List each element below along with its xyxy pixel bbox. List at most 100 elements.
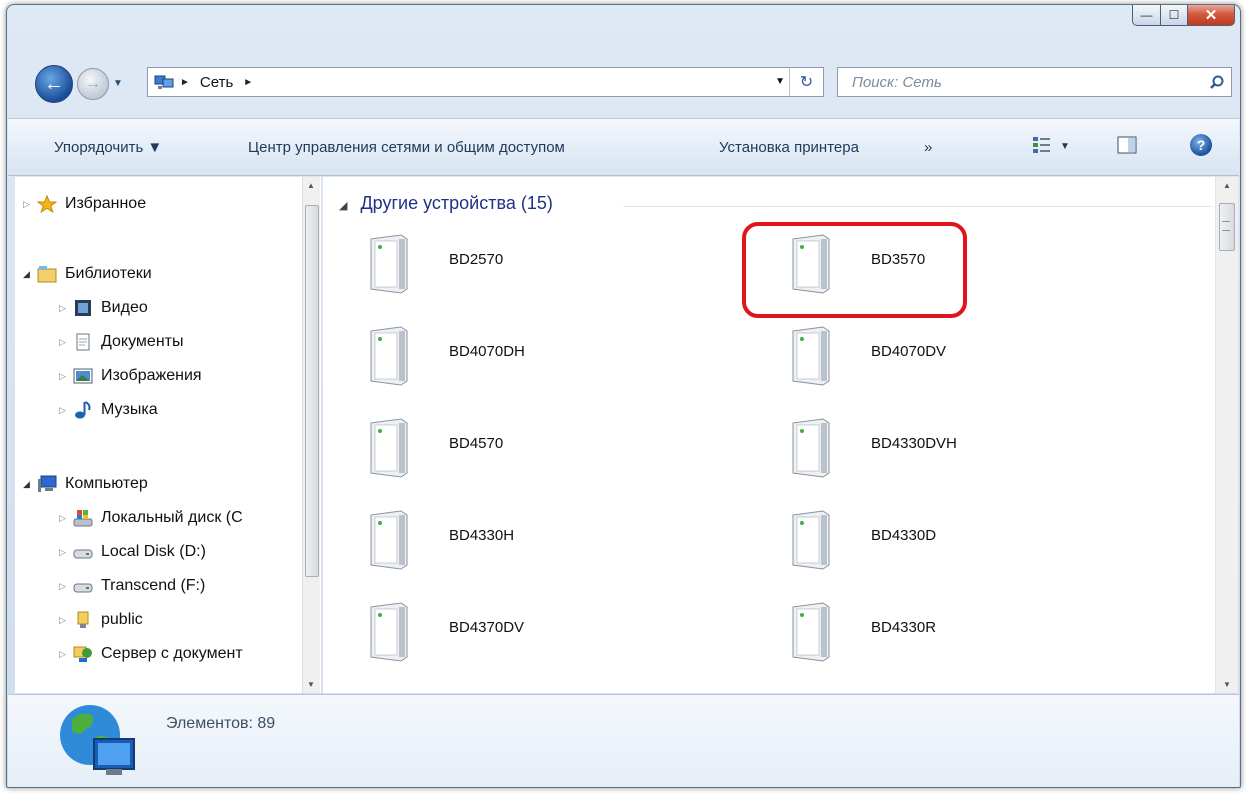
address-bar[interactable]: ► Сеть ► ▼ ↻ — [147, 67, 824, 97]
device-label: BD4330D — [871, 527, 937, 544]
expand-arrow-icon[interactable]: ▷ — [59, 513, 73, 524]
computer-icon — [37, 475, 57, 493]
expand-arrow-icon[interactable]: ▷ — [23, 199, 37, 210]
back-button[interactable]: ← — [35, 65, 73, 103]
sidebar-item-favorites[interactable]: ▷ Избранное — [23, 194, 147, 214]
device-item[interactable]: BD4570 — [363, 417, 663, 487]
search-icon[interactable] — [1203, 75, 1231, 89]
sidebar-label: Документы — [101, 333, 184, 350]
device-label: BD4570 — [449, 435, 504, 452]
search-input[interactable]: Поиск: Сеть — [852, 74, 1203, 91]
minimize-button[interactable]: — — [1132, 5, 1161, 26]
sidebar-item-documents[interactable]: ▷ Документы — [59, 333, 183, 351]
sidebar-item-computer[interactable]: ◢ Компьютер — [23, 475, 148, 493]
scroll-up-arrow-icon[interactable]: ▲ — [1223, 181, 1231, 190]
collapse-arrow-icon[interactable]: ◢ — [23, 269, 37, 280]
breadcrumb-separator[interactable]: ► — [243, 77, 253, 88]
forward-arrow-icon: → — [85, 75, 101, 92]
expand-arrow-icon[interactable]: ▷ — [59, 649, 73, 660]
refresh-button[interactable]: ↻ — [789, 68, 823, 96]
sidebar-item-local-c[interactable]: ▷ Локальный диск (С — [59, 509, 243, 527]
drive-icon — [73, 543, 93, 561]
sidebar-item-local-d[interactable]: ▷ Local Disk (D:) — [59, 543, 206, 561]
forward-button[interactable]: → — [77, 68, 109, 100]
device-label: BD2570 — [449, 251, 504, 268]
server-device-icon — [363, 233, 413, 295]
scrollbar-thumb[interactable] — [305, 205, 319, 577]
collapse-arrow-icon[interactable]: ◢ — [339, 200, 347, 212]
sidebar-label: Local Disk (D:) — [101, 543, 206, 560]
server-device-icon — [785, 417, 835, 479]
device-label: BD4330R — [871, 619, 937, 636]
device-item[interactable]: BD4330DVH — [785, 417, 1085, 487]
scroll-up-arrow-icon[interactable]: ▲ — [307, 181, 315, 190]
device-item[interactable]: BD4370DV — [363, 601, 663, 671]
device-item[interactable]: BD4330R — [785, 601, 1085, 671]
document-icon — [73, 333, 93, 351]
view-dropdown[interactable]: ▼ — [1060, 141, 1070, 152]
item-count: Элементов: 89 — [166, 715, 276, 732]
sidebar-item-public[interactable]: ▷ public — [59, 611, 143, 629]
network-share-icon — [73, 645, 93, 663]
navigation-scrollbar[interactable]: ▲ ▼ — [302, 177, 320, 693]
sidebar-item-transcend[interactable]: ▷ Transcend (F:) — [59, 577, 205, 595]
add-printer-button[interactable]: Установка принтера — [719, 139, 859, 156]
details-pane: Элементов: 89 — [8, 694, 1239, 787]
explorer-window: — ☐ ✕ ← → ▼ ► Сеть ► ▼ ↻ Поиск: Сеть Упо… — [6, 4, 1241, 788]
sidebar-label: Видео — [101, 299, 148, 316]
group-header[interactable]: ◢ Другие устройства (15) — [339, 193, 1213, 214]
sidebar-item-music[interactable]: ▷ Музыка — [59, 401, 158, 419]
sidebar-item-video[interactable]: ▷ Видео — [59, 299, 148, 317]
sidebar-label: Компьютер — [65, 475, 148, 492]
scrollbar-grip — [1222, 221, 1230, 231]
expand-arrow-icon[interactable]: ▷ — [59, 337, 73, 348]
expand-arrow-icon[interactable]: ▷ — [59, 547, 73, 558]
server-device-icon — [785, 325, 835, 387]
more-commands-button[interactable]: » — [924, 139, 932, 156]
search-box[interactable]: Поиск: Сеть — [837, 67, 1232, 97]
drive-icon — [73, 577, 93, 595]
collapse-arrow-icon[interactable]: ◢ — [23, 479, 37, 490]
breadcrumb-separator[interactable]: ► — [180, 77, 190, 88]
device-label: BD4370DV — [449, 619, 525, 636]
sidebar-item-images[interactable]: ▷ Изображения — [59, 367, 202, 385]
server-device-icon — [363, 509, 413, 571]
help-icon[interactable]: ? — [1190, 134, 1212, 156]
breadcrumb-network[interactable]: Сеть — [200, 74, 233, 91]
sidebar-label: Локальный диск (С — [101, 509, 243, 526]
device-item[interactable]: BD4070DV — [785, 325, 1085, 395]
scroll-down-arrow-icon[interactable]: ▼ — [307, 680, 315, 689]
device-item[interactable]: BD4330D — [785, 509, 1085, 579]
navigation-pane: ▷ Избранное ◢ Библиотеки ▷ Видео ▷ Докум… — [15, 177, 322, 693]
star-icon — [36, 194, 58, 214]
sidebar-label: Transcend (F:) — [101, 577, 206, 594]
maximize-button[interactable]: ☐ — [1161, 5, 1188, 26]
organize-button[interactable]: Упорядочить ▼ — [54, 139, 162, 156]
content-scrollbar[interactable]: ▲ ▼ — [1215, 177, 1238, 693]
address-dropdown[interactable]: ▼ — [775, 76, 785, 87]
expand-arrow-icon[interactable]: ▷ — [59, 581, 73, 592]
view-options-icon[interactable] — [1032, 136, 1052, 154]
close-button[interactable]: ✕ — [1188, 5, 1235, 26]
sidebar-label: Избранное — [65, 195, 147, 212]
expand-arrow-icon[interactable]: ▷ — [59, 615, 73, 626]
command-bar: Упорядочить ▼ Центр управления сетями и … — [8, 118, 1239, 176]
library-icon — [37, 265, 57, 283]
expand-arrow-icon[interactable]: ▷ — [59, 371, 73, 382]
network-center-button[interactable]: Центр управления сетями и общим доступом — [248, 139, 565, 156]
scroll-down-arrow-icon[interactable]: ▼ — [1223, 680, 1231, 689]
recent-pages-dropdown[interactable]: ▼ — [113, 78, 123, 89]
group-header-label: Другие устройства (15) — [360, 193, 553, 213]
server-device-icon — [785, 601, 835, 663]
preview-pane-icon[interactable] — [1117, 136, 1137, 154]
expand-arrow-icon[interactable]: ▷ — [59, 303, 73, 314]
device-item[interactable]: BD4070DH — [363, 325, 663, 395]
device-item[interactable]: BD2570 — [363, 233, 663, 303]
drive-icon — [73, 509, 93, 527]
network-icon — [154, 74, 174, 90]
sidebar-item-server[interactable]: ▷ Сервер с документ — [59, 645, 243, 663]
expand-arrow-icon[interactable]: ▷ — [59, 405, 73, 416]
refresh-icon: ↻ — [799, 74, 814, 91]
sidebar-item-libraries[interactable]: ◢ Библиотеки — [23, 265, 152, 283]
device-item[interactable]: BD4330H — [363, 509, 663, 579]
